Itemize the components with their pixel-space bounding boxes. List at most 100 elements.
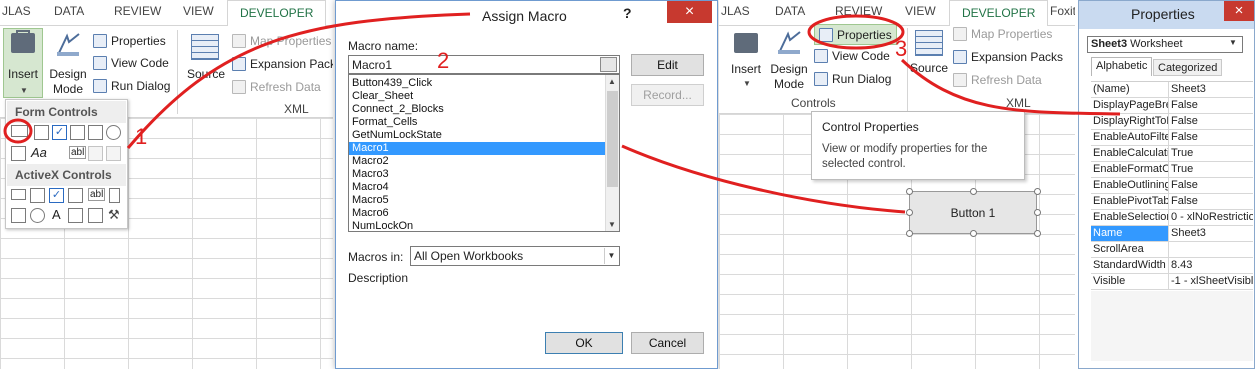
expansion-pack-button[interactable]: Expansion Pack xyxy=(232,57,333,71)
property-row[interactable]: (Name) Sheet3 xyxy=(1091,82,1253,98)
map-properties-button[interactable]: Map Properties xyxy=(232,34,331,48)
combo-dropdown-edit-form-control[interactable] xyxy=(106,146,121,161)
combobox-form-control[interactable] xyxy=(34,125,49,140)
object-select[interactable]: Sheet3 Worksheet xyxy=(1087,36,1243,53)
more-controls-icon[interactable]: ⚒ xyxy=(108,207,120,223)
tab-review[interactable]: REVIEW xyxy=(835,4,882,18)
design-mode-button[interactable]: Design Mode xyxy=(48,67,88,97)
macro-list-item[interactable]: Macro3 xyxy=(349,168,605,181)
property-value[interactable]: False xyxy=(1169,194,1253,210)
resize-handle[interactable] xyxy=(970,188,977,195)
option-button-form-control[interactable] xyxy=(106,125,121,140)
checkbox-activex[interactable]: ✓ xyxy=(49,188,64,203)
property-value[interactable]: True xyxy=(1169,146,1253,162)
macro-list-item[interactable]: Format_Cells xyxy=(349,116,605,129)
scroll-up-icon[interactable]: ▲ xyxy=(608,77,616,86)
macro-list-item[interactable]: Macro1 xyxy=(349,142,605,155)
property-row[interactable]: StandardWidth 8.43 xyxy=(1091,258,1253,274)
property-row[interactable]: EnableSelection0 - xlNoRestrictions xyxy=(1091,210,1253,226)
tab-categorized[interactable]: Categorized xyxy=(1153,59,1223,76)
property-row[interactable]: EnableAutoFilter False xyxy=(1091,130,1253,146)
property-value[interactable]: 8.43 xyxy=(1169,258,1253,274)
tab-review[interactable]: REVIEW xyxy=(114,4,161,18)
cancel-button[interactable]: Cancel xyxy=(631,332,704,354)
macros-in-select[interactable]: All Open Workbooks xyxy=(410,246,620,266)
macro-list-item[interactable]: NumLockOn xyxy=(349,220,605,231)
insert-button[interactable]: Insert xyxy=(729,62,763,77)
ok-button[interactable]: OK xyxy=(545,332,623,354)
property-value[interactable]: -1 - xlSheetVisible xyxy=(1169,274,1253,290)
property-row[interactable]: DisplayPageBreaksFalse xyxy=(1091,98,1253,114)
macro-list-item[interactable]: Macro2 xyxy=(349,155,605,168)
source-button[interactable]: Source xyxy=(184,67,228,82)
resize-handle[interactable] xyxy=(906,188,913,195)
tab-foxit[interactable]: Foxit xyxy=(1050,4,1075,18)
property-row[interactable]: EnablePivotTableFalse xyxy=(1091,194,1253,210)
properties-button[interactable]: Properties xyxy=(93,34,166,48)
toggle-button-activex[interactable] xyxy=(11,208,26,223)
tab-developer[interactable]: DEVELOPER xyxy=(949,0,1049,27)
groupbox-form-control[interactable] xyxy=(11,146,26,161)
record-button[interactable]: Record... xyxy=(631,84,704,106)
textfield-form-control[interactable]: abl xyxy=(69,146,87,159)
scrollbar-activex[interactable] xyxy=(109,188,120,203)
checkbox-form-control[interactable]: ✓ xyxy=(52,125,67,140)
help-button[interactable]: ? xyxy=(623,5,632,21)
run-dialog-button[interactable]: Run Dialog xyxy=(93,79,170,93)
edit-button[interactable]: Edit xyxy=(631,54,704,76)
spin-button-form-control[interactable] xyxy=(70,125,85,140)
property-value[interactable]: False xyxy=(1169,98,1253,114)
refresh-data-button[interactable]: Refresh Data xyxy=(232,80,321,94)
resize-handle[interactable] xyxy=(1034,209,1041,216)
property-row[interactable]: ScrollArea xyxy=(1091,242,1253,258)
label-form-control[interactable]: Aa xyxy=(31,145,47,160)
property-value[interactable]: True xyxy=(1169,162,1253,178)
spin-button-activex[interactable] xyxy=(88,208,103,223)
resize-handle[interactable] xyxy=(970,230,977,237)
tab-jlas[interactable]: JLAS xyxy=(721,4,750,18)
tab-alphabetic[interactable]: Alphabetic xyxy=(1091,57,1153,76)
combobox-activex[interactable] xyxy=(30,188,45,203)
resize-handle[interactable] xyxy=(906,209,913,216)
close-button[interactable]: × xyxy=(1224,1,1254,21)
property-row[interactable]: EnableFormatConditionsCalculationTrue xyxy=(1091,162,1253,178)
tab-view[interactable]: VIEW xyxy=(905,4,936,18)
macro-list-item[interactable]: Macro5 xyxy=(349,194,605,207)
property-value[interactable]: False xyxy=(1169,114,1253,130)
image-activex[interactable] xyxy=(68,208,83,223)
property-value[interactable]: False xyxy=(1169,130,1253,146)
listbox-form-control[interactable] xyxy=(88,125,103,140)
run-dialog-button[interactable]: Run Dialog xyxy=(814,72,891,86)
expansion-packs-button[interactable]: Expansion Packs xyxy=(953,50,1063,64)
resize-handle[interactable] xyxy=(1034,188,1041,195)
properties-button[interactable]: Properties xyxy=(814,24,897,45)
chevron-down-icon[interactable]: ▼ xyxy=(604,248,618,264)
property-grid[interactable]: (Name)Sheet3DisplayPageBreaksFalseDispla… xyxy=(1091,81,1253,291)
property-value[interactable]: Sheet3 xyxy=(1169,226,1253,242)
close-button[interactable]: × xyxy=(667,1,712,23)
property-value[interactable] xyxy=(1169,242,1253,258)
view-code-button[interactable]: View Code xyxy=(814,49,890,63)
option-button-activex[interactable] xyxy=(30,208,45,223)
command-button-activex[interactable] xyxy=(11,189,26,200)
macro-list-item[interactable]: Connect_2_Blocks xyxy=(349,103,605,116)
label-activex[interactable]: A xyxy=(52,207,61,222)
property-value[interactable]: Sheet3 xyxy=(1169,82,1253,98)
property-value[interactable]: False xyxy=(1169,178,1253,194)
macro-list-item[interactable]: GetNumLockState xyxy=(349,129,605,142)
macro-list-item[interactable]: Macro6 xyxy=(349,207,605,220)
button-form-control[interactable] xyxy=(11,125,28,137)
combo-list-edit-form-control[interactable] xyxy=(88,146,103,161)
property-row[interactable]: Name Sheet3 xyxy=(1091,226,1253,242)
property-row[interactable]: EnableOutlining False xyxy=(1091,178,1253,194)
macro-list-item[interactable]: Macro4 xyxy=(349,181,605,194)
property-row[interactable]: DisplayRightToLeftFalse xyxy=(1091,114,1253,130)
resize-handle[interactable] xyxy=(906,230,913,237)
tab-data[interactable]: DATA xyxy=(775,4,805,18)
tab-data[interactable]: DATA xyxy=(54,4,84,18)
scroll-down-icon[interactable]: ▼ xyxy=(608,220,616,229)
tab-developer[interactable]: DEVELOPER xyxy=(227,0,327,27)
tab-jlas[interactable]: JLAS xyxy=(2,4,31,18)
textbox-activex[interactable]: abl xyxy=(88,188,106,201)
macro-list-item[interactable]: Clear_Sheet xyxy=(349,90,605,103)
